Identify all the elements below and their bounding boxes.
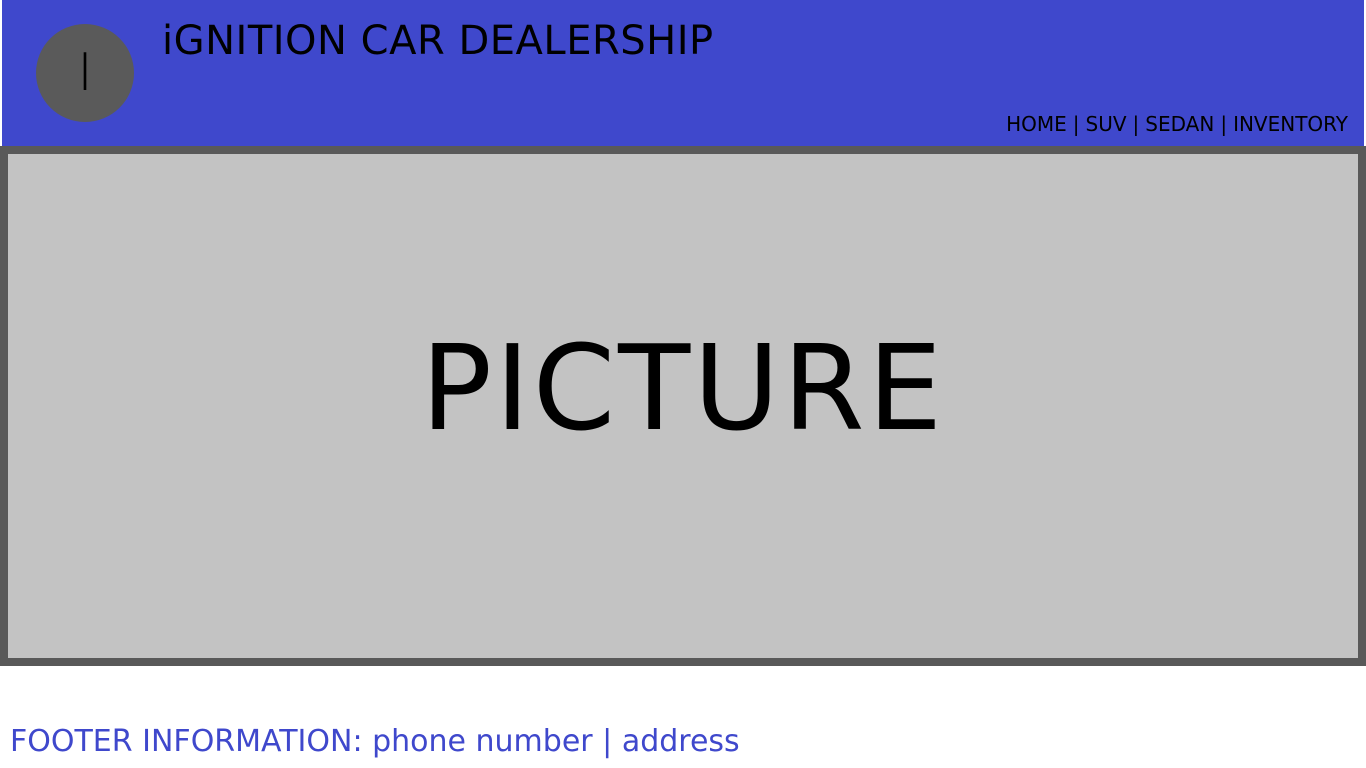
hero-placeholder-text: PICTURE (420, 319, 946, 457)
hero-picture-placeholder: PICTURE (0, 146, 1366, 666)
site-header: I iGNITION CAR DEALERSHIP HOME | SUV | SEDAN… (2, 0, 1364, 146)
nav-link-inventory[interactable]: INVENTORY (1233, 112, 1348, 136)
nav-separator: | (1072, 112, 1080, 136)
main-nav: HOME | SUV | SEDAN | INVENTORY (1006, 112, 1348, 136)
nav-separator: | (1132, 112, 1140, 136)
logo-icon[interactable]: I (36, 24, 134, 122)
footer-address: address (621, 724, 740, 759)
footer-separator: | (602, 724, 613, 759)
nav-link-sedan[interactable]: SEDAN (1145, 112, 1214, 136)
footer-phone: phone number (372, 724, 593, 759)
site-footer: FOOTER INFORMATION: phone number | addre… (10, 724, 740, 759)
nav-separator: | (1220, 112, 1228, 136)
nav-link-home[interactable]: HOME (1006, 112, 1067, 136)
site-title: iGNITION CAR DEALERSHIP (162, 18, 714, 64)
nav-link-suv[interactable]: SUV (1086, 112, 1127, 136)
footer-label: FOOTER INFORMATION: (10, 724, 363, 759)
logo-letter: I (77, 43, 93, 103)
